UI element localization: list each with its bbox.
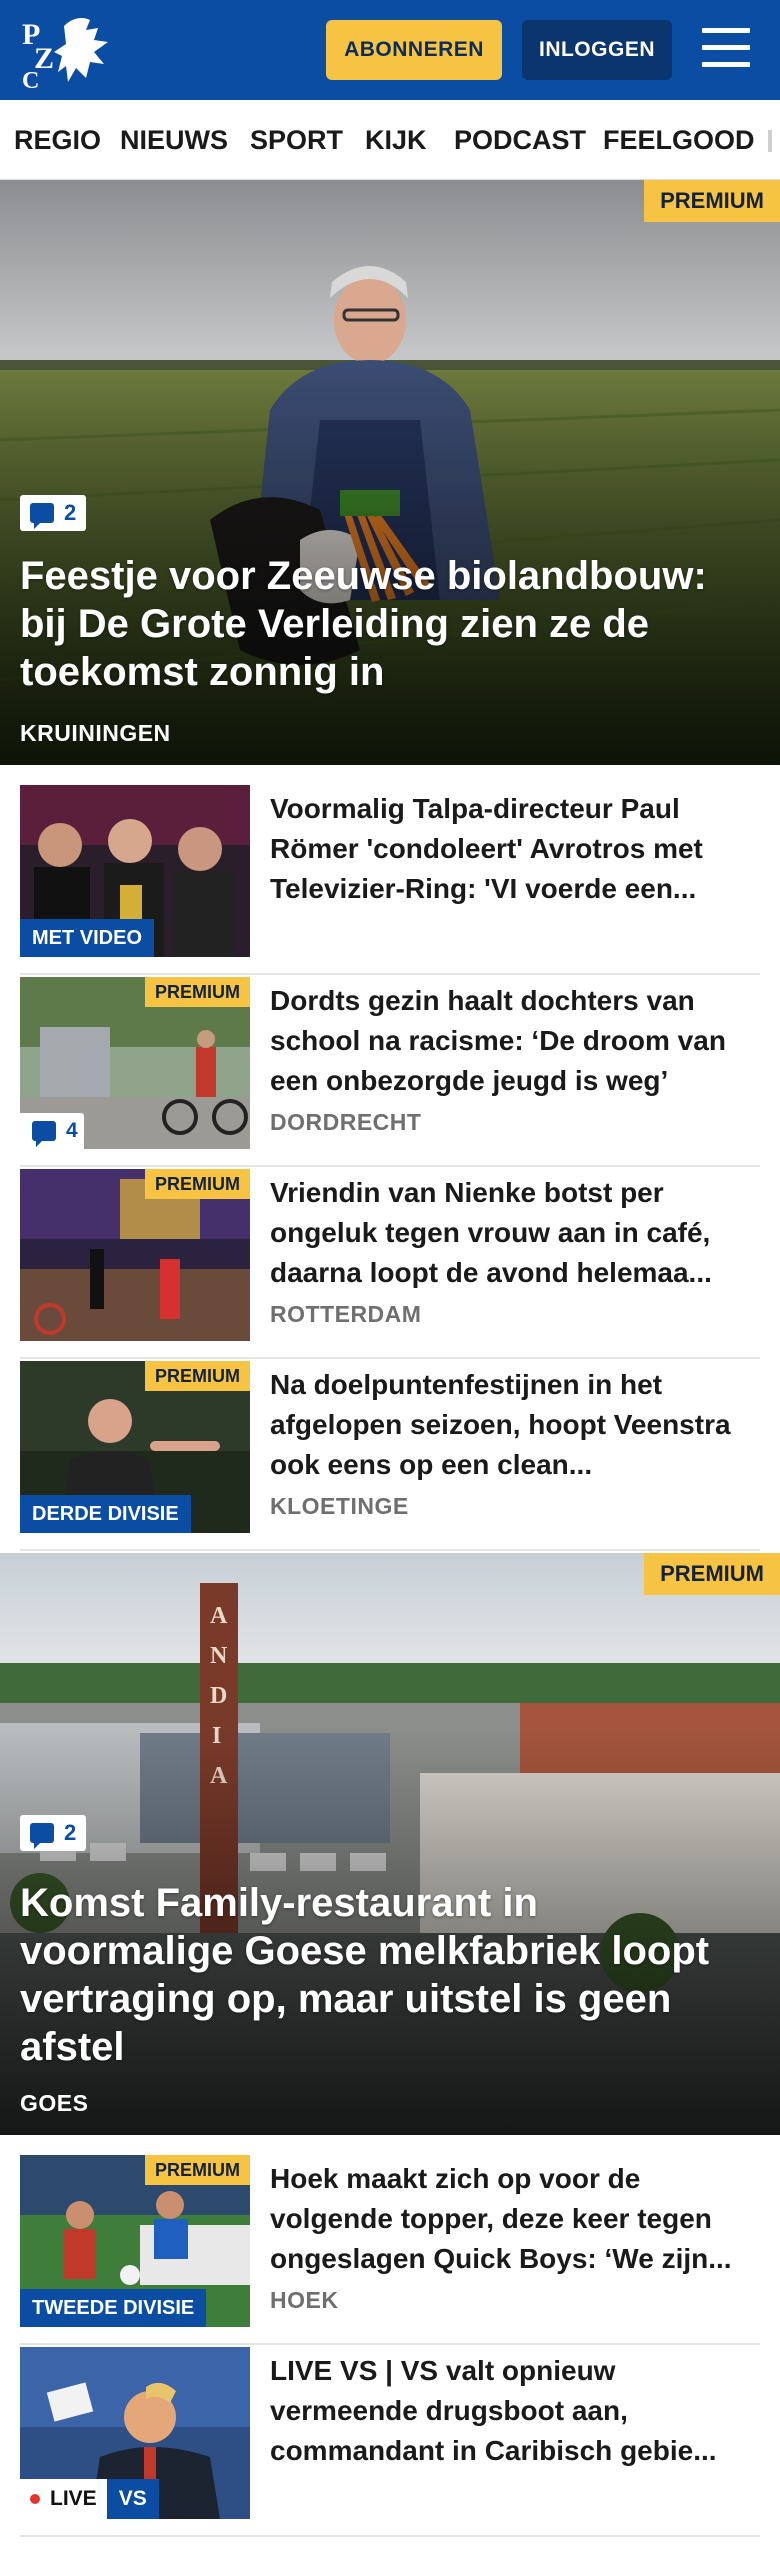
hero-article-biolandbouw[interactable]: PREMIUM 2 Feestje voor Zeeuwse biolandbo… bbox=[0, 180, 780, 765]
article-title[interactable]: LIVE VS | VS valt opnieuw vermeende drug… bbox=[270, 2351, 760, 2475]
hero-location: GOES bbox=[20, 2090, 89, 2116]
comment-count: 4 bbox=[66, 1119, 78, 1142]
svg-text:D: D bbox=[210, 1683, 227, 1709]
svg-text:A: A bbox=[210, 1603, 228, 1629]
hero-headline[interactable]: Komst Family-restaurant in voormalige Go… bbox=[20, 1879, 740, 2071]
nav-item-regio[interactable]: REGIO bbox=[14, 100, 101, 179]
article-thumbnail: LIVE VS bbox=[20, 2347, 250, 2519]
list-item[interactable]: PREMIUM 4 Dordts gezin haalt dochters va… bbox=[20, 977, 760, 1167]
list-item[interactable]: PREMIUM TWEEDE DIVISIE Hoek maakt zich o… bbox=[20, 2155, 760, 2345]
article-location: KLOETINGE bbox=[270, 1493, 409, 1519]
list-item[interactable]: PREMIUM Vriendin van Nienke botst per on… bbox=[20, 1169, 760, 1359]
comment-count-badge[interactable]: 2 bbox=[20, 1815, 86, 1851]
nav-overflow-indicator bbox=[768, 130, 772, 152]
category-label: DERDE DIVISIE bbox=[20, 1495, 191, 1533]
hero-article-family-restaurant[interactable]: ANDIA PREMIUM 2 Komst Family-restaurant … bbox=[0, 1553, 780, 2135]
live-label: LIVE bbox=[20, 2479, 107, 2519]
live-dot-icon bbox=[30, 2494, 40, 2504]
nav-item-kijk[interactable]: KIJK bbox=[365, 100, 427, 179]
premium-badge: PREMIUM bbox=[145, 2155, 250, 2185]
article-title[interactable]: Vriendin van Nienke botst per ongeluk te… bbox=[270, 1173, 760, 1297]
list-item[interactable]: PREMIUM DERDE DIVISIE Na doelpuntenfesti… bbox=[20, 1361, 760, 1551]
live-badge: LIVE VS bbox=[20, 2479, 159, 2519]
article-title[interactable]: Na doelpuntenfestijnen in het afgelopen … bbox=[270, 1365, 760, 1489]
article-thumbnail: PREMIUM DERDE DIVISIE bbox=[20, 1361, 250, 1533]
premium-badge: PREMIUM bbox=[145, 1361, 250, 1391]
comment-count: 2 bbox=[64, 500, 77, 525]
premium-badge: PREMIUM bbox=[145, 1169, 250, 1199]
login-button[interactable]: INLOGGEN bbox=[522, 20, 672, 80]
nav-item-podcast[interactable]: PODCAST bbox=[454, 100, 586, 179]
list-item[interactable]: LIVE VS LIVE VS | VS valt opnieuw vermee… bbox=[20, 2347, 760, 2537]
comment-count-badge[interactable]: 4 bbox=[20, 1113, 84, 1149]
article-location: HOEK bbox=[270, 2287, 339, 2313]
article-thumbnail: PREMIUM 4 bbox=[20, 977, 250, 1149]
comment-count-badge[interactable]: 2 bbox=[20, 495, 86, 531]
list-item[interactable]: MET VIDEO Voormalig Talpa-directeur Paul… bbox=[20, 785, 760, 975]
article-thumbnail: PREMIUM TWEEDE DIVISIE bbox=[20, 2155, 250, 2327]
hero-location: KRUININGEN bbox=[20, 720, 171, 746]
svg-text:C: C bbox=[22, 68, 39, 88]
subscribe-button[interactable]: ABONNEREN bbox=[326, 20, 502, 80]
nav-item-feelgood[interactable]: FEELGOOD bbox=[603, 100, 755, 179]
live-text: LIVE bbox=[50, 2487, 97, 2510]
nav-item-nieuws[interactable]: NIEUWS bbox=[120, 100, 228, 179]
comment-icon bbox=[30, 1823, 54, 1849]
comment-icon bbox=[30, 503, 54, 529]
premium-badge: PREMIUM bbox=[644, 1553, 780, 1595]
category-label: TWEEDE DIVISIE bbox=[20, 2289, 207, 2327]
site-header: P Z C ABONNEREN INLOGGEN bbox=[0, 0, 780, 100]
main-nav: REGIO NIEUWS SPORT KIJK PODCAST FEELGOOD bbox=[0, 100, 780, 180]
article-thumbnail: MET VIDEO bbox=[20, 785, 250, 957]
region-tag: VS bbox=[106, 2479, 159, 2519]
article-title[interactable]: Hoek maakt zich op voor de volgende topp… bbox=[270, 2159, 760, 2283]
article-location: ROTTERDAM bbox=[270, 1301, 422, 1327]
article-thumbnail: PREMIUM bbox=[20, 1169, 250, 1341]
premium-badge: PREMIUM bbox=[145, 977, 250, 1007]
nav-item-sport[interactable]: SPORT bbox=[250, 100, 343, 179]
hamburger-menu-icon[interactable] bbox=[698, 24, 754, 74]
video-label: MET VIDEO bbox=[20, 919, 155, 957]
premium-badge: PREMIUM bbox=[644, 180, 780, 222]
comment-count: 2 bbox=[64, 1820, 77, 1845]
article-title[interactable]: Dordts gezin haalt dochters van school n… bbox=[270, 981, 760, 1105]
svg-text:N: N bbox=[210, 1643, 228, 1669]
article-location: DORDRECHT bbox=[270, 1109, 422, 1135]
comment-icon bbox=[32, 1121, 56, 1147]
hero-headline[interactable]: Feestje voor Zeeuwse biolandbouw: bij De… bbox=[20, 552, 740, 696]
article-title[interactable]: Voormalig Talpa-directeur Paul Römer 'co… bbox=[270, 789, 760, 913]
pzc-logo[interactable]: P Z C bbox=[20, 12, 116, 88]
